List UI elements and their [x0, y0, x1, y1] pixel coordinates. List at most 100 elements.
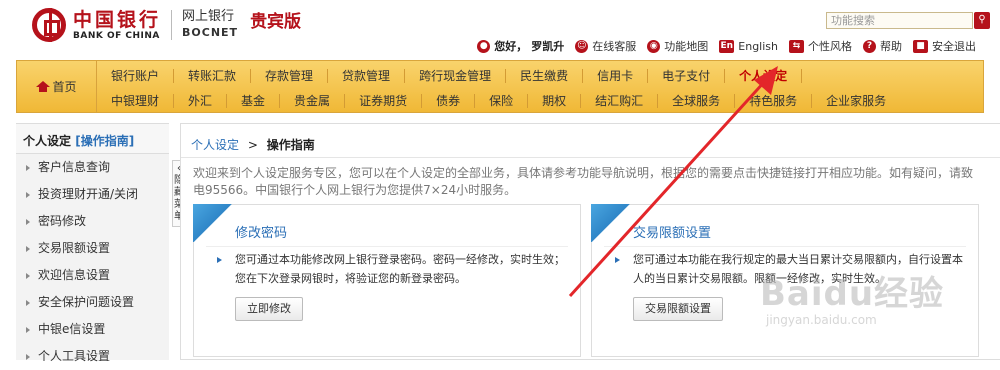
baidu-watermark: Baidu经验 jingyan.baidu.com	[760, 266, 944, 327]
nav-item-entrepreneur[interactable]: 企业家服务	[812, 94, 900, 108]
sidebar-item-label: 客户信息查询	[38, 160, 111, 174]
nav-item-credit-card[interactable]: 信用卡	[583, 68, 649, 83]
bullet-icon	[615, 257, 620, 263]
left-sidebar: 个人设定 [操作指南] 客户信息查询 投资理财开通/关闭 密码修改 交易限额设置…	[16, 123, 169, 363]
sidebar-guide-link[interactable]: [操作指南]	[75, 134, 134, 148]
nav-item-options[interactable]: 期权	[528, 93, 582, 108]
logo-divider	[171, 10, 173, 40]
logout-link[interactable]: ■ 安全退出	[913, 38, 976, 54]
search-button[interactable]: ⚲	[974, 12, 990, 29]
triangle-right-icon	[26, 218, 30, 225]
nav-item-global[interactable]: 全球服务	[658, 93, 736, 108]
change-password-card: 修改密码 您可通过本功能修改网上银行登录密码。密码一经修改，实时生效；您在下次登…	[193, 204, 581, 357]
help-icon: ?	[863, 39, 876, 53]
sidebar-item-label: 欢迎信息设置	[38, 268, 111, 282]
nav-item-securities[interactable]: 证券期货	[345, 93, 423, 108]
nav-item-metals[interactable]: 贵金属	[280, 93, 346, 108]
sidebar-header: 个人设定 [操作指南]	[16, 124, 169, 154]
vip-edition-label: 贵宾版	[250, 11, 302, 32]
logo-en-text: BANK OF CHINA	[73, 31, 160, 41]
nav-home[interactable]: 首页	[17, 61, 97, 112]
nav-item-loan[interactable]: 贷款管理	[328, 68, 406, 83]
greeting-text: 您好，	[494, 40, 528, 53]
user-greeting: ● 您好， 罗凯升	[477, 38, 564, 54]
divider	[181, 157, 1000, 158]
limit-setting-button[interactable]: 交易限额设置	[633, 297, 723, 321]
sidebar-item-label: 个人工具设置	[38, 349, 111, 363]
help-label: 帮助	[880, 40, 902, 53]
nav-item-e-pay[interactable]: 电子支付	[648, 68, 726, 83]
main-nav: 首页 银行账户 转账汇款 存款管理 贷款管理 跨行现金管理 民生缴费 信用卡 电…	[16, 60, 984, 113]
sidebar-item-tools[interactable]: 个人工具设置	[16, 343, 169, 370]
site-map-label: 功能地图	[664, 40, 709, 53]
nav-item-fx-settlement[interactable]: 结汇购汇	[581, 93, 659, 108]
card-corner-decoration	[591, 204, 633, 242]
sidebar-item-e-message[interactable]: 中银e信设置	[16, 316, 169, 343]
nav-item-personal-settings[interactable]: 个人设定	[725, 68, 803, 83]
nav-item-featured[interactable]: 特色服务	[735, 93, 813, 108]
user-name: 罗凯升	[531, 40, 565, 53]
nav-item-forex[interactable]: 外汇	[174, 93, 228, 108]
triangle-right-icon	[26, 299, 30, 306]
en-icon: En	[719, 39, 735, 53]
card-divider	[206, 246, 568, 247]
watermark-brand: Baidu经验	[760, 274, 945, 314]
breadcrumb-parent[interactable]: 个人设定	[191, 138, 239, 152]
triangle-right-icon	[26, 353, 30, 360]
boc-logo-icon	[32, 8, 66, 42]
sidebar-item-security-question[interactable]: 安全保护问题设置	[16, 289, 169, 316]
sidebar-item-label: 密码修改	[38, 214, 87, 228]
breadcrumb: 个人设定 > 操作指南	[191, 136, 315, 153]
user-icon: ●	[477, 39, 491, 53]
top-links: ● 您好， 罗凯升 ☺ 在线客服 ◉ 功能地图 En English ⇆ 个性风…	[466, 38, 976, 54]
sidebar-item-label: 交易限额设置	[38, 241, 111, 255]
nav-item-fund[interactable]: 基金	[227, 93, 281, 108]
nav-item-wealth[interactable]: 中银理财	[97, 93, 175, 108]
sidebar-item-label: 中银e信设置	[38, 322, 106, 336]
nav-home-label: 首页	[52, 80, 77, 94]
sidebar-item-investment-toggle[interactable]: 投资理财开通/关闭	[16, 181, 169, 208]
breadcrumb-separator: >	[247, 138, 258, 152]
sidebar-item-limit[interactable]: 交易限额设置	[16, 235, 169, 262]
watermark-url: jingyan.baidu.com	[766, 313, 877, 327]
help-link[interactable]: ? 帮助	[863, 38, 902, 54]
nav-item-cash-mgmt[interactable]: 跨行现金管理	[405, 68, 507, 83]
triangle-right-icon	[26, 191, 30, 198]
english-link[interactable]: En English	[719, 39, 778, 53]
triangle-right-icon	[26, 272, 30, 279]
card-description: 您可通过本功能修改网上银行登录密码。密码一经修改，实时生效；您在下次登录网银时，…	[235, 253, 565, 285]
sidebar-menu: 客户信息查询 投资理财开通/关闭 密码修改 交易限额设置 欢迎信息设置 安全保护…	[16, 154, 169, 370]
style-link[interactable]: ⇆ 个性风格	[789, 38, 852, 54]
map-icon: ◉	[647, 39, 661, 53]
swap-icon: ⇆	[789, 39, 804, 53]
nav-item-bank-account[interactable]: 银行账户	[97, 68, 175, 83]
person-icon: ☺	[575, 39, 589, 53]
triangle-right-icon	[26, 245, 30, 252]
nav-item-insurance[interactable]: 保险	[475, 93, 529, 108]
online-service-label: 在线客服	[592, 40, 637, 53]
sidebar-item-welcome[interactable]: 欢迎信息设置	[16, 262, 169, 289]
header: 中国银行 BANK OF CHINA 网上银行 BOCNET 贵宾版 功能搜索 …	[0, 0, 1000, 58]
site-map-link[interactable]: ◉ 功能地图	[647, 38, 708, 54]
card-divider	[604, 246, 966, 247]
modify-now-button[interactable]: 立即修改	[235, 297, 303, 321]
function-search-input[interactable]: 功能搜索	[826, 12, 973, 29]
nav-item-transfer[interactable]: 转账汇款	[174, 68, 252, 83]
sidebar-title: 个人设定	[23, 134, 72, 148]
bullet-icon	[217, 257, 222, 263]
nav-item-utilities[interactable]: 民生缴费	[506, 68, 584, 83]
triangle-right-icon	[26, 164, 30, 171]
sidebar-item-customer-info[interactable]: 客户信息查询	[16, 154, 169, 181]
nav-item-bonds[interactable]: 债券	[422, 93, 476, 108]
triangle-right-icon	[26, 326, 30, 333]
online-service-link[interactable]: ☺ 在线客服	[575, 38, 636, 54]
bank-logo[interactable]: 中国银行 BANK OF CHINA 网上银行 BOCNET 贵宾版	[32, 8, 301, 42]
card-title: 修改密码	[235, 226, 288, 241]
sidebar-item-password[interactable]: 密码修改	[16, 208, 169, 235]
nav-item-deposit[interactable]: 存款管理	[251, 68, 329, 83]
card-corner-decoration	[193, 204, 235, 242]
lock-icon: ■	[913, 39, 928, 53]
sidebar-item-label: 投资理财开通/关闭	[38, 187, 139, 201]
nav-row-2: 中银理财 外汇 基金 贵金属 证券期货 债券 保险 期权 结汇购汇 全球服务 特…	[97, 88, 900, 113]
nav-row-1: 银行账户 转账汇款 存款管理 贷款管理 跨行现金管理 民生缴费 信用卡 电子支付…	[97, 63, 803, 88]
